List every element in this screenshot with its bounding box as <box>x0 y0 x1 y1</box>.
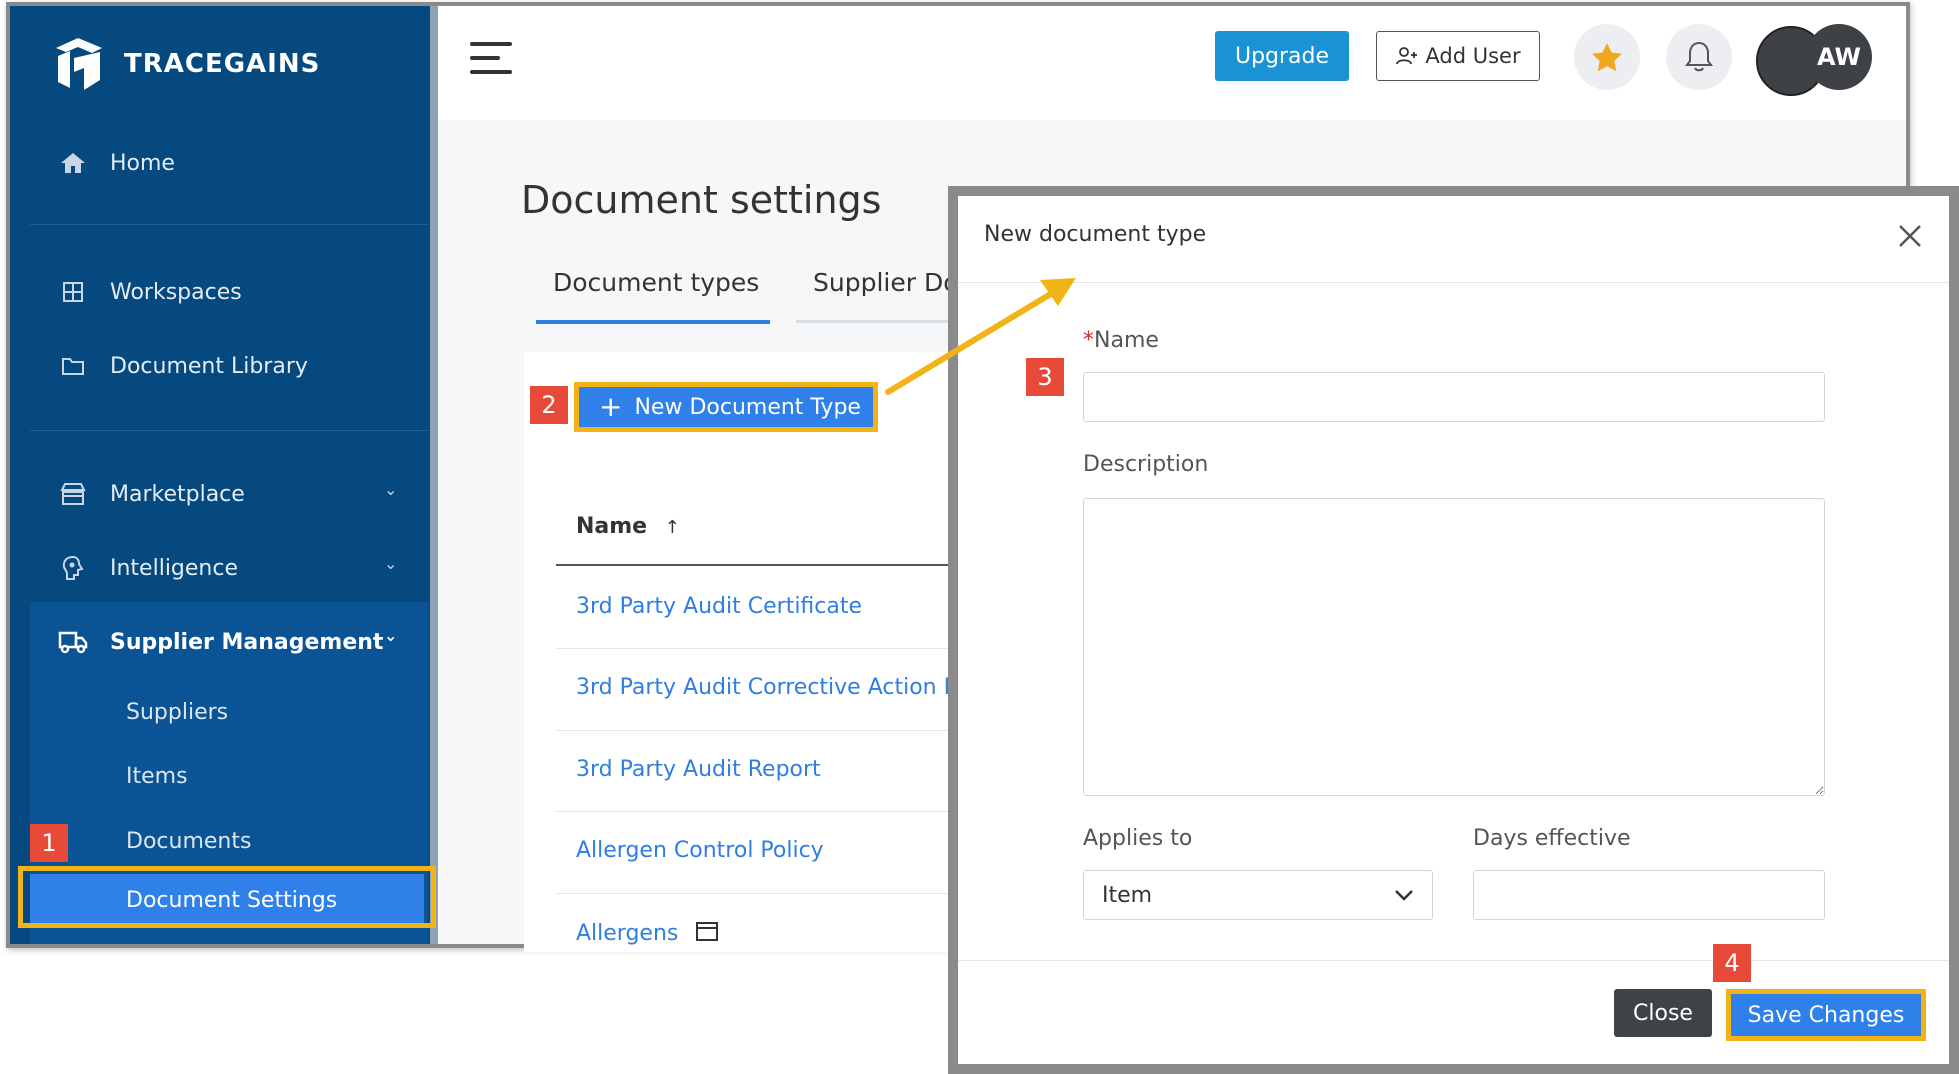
table-row-link[interactable]: Allergens <box>576 921 678 946</box>
close-icon[interactable] <box>1894 220 1926 252</box>
chevron-down-icon[interactable]: ⌄ <box>384 480 397 499</box>
table-row-divider <box>556 730 1016 731</box>
description-textarea[interactable] <box>1083 498 1825 796</box>
table-header-divider <box>556 564 1016 566</box>
column-header-label: Name <box>576 514 648 539</box>
add-user-icon <box>1396 47 1418 65</box>
grid-icon <box>58 277 88 307</box>
sidebar-item-documents[interactable]: Documents <box>126 829 251 854</box>
nav-home[interactable]: Home <box>58 148 175 178</box>
tab-supplier-documents[interactable]: Supplier Do <box>813 268 959 297</box>
nav-supplier-management-label: Supplier Management <box>110 629 384 655</box>
required-mark: * <box>1083 328 1094 353</box>
days-effective-label: Days effective <box>1473 826 1631 851</box>
tab-document-types[interactable]: Document types <box>553 268 759 297</box>
tracegains-logo[interactable]: TRACEGAINS <box>52 34 320 94</box>
home-icon <box>58 148 88 178</box>
add-user-label: Add User <box>1425 44 1521 68</box>
days-effective-input[interactable] <box>1473 870 1825 920</box>
chevron-down-icon[interactable]: ⌄ <box>384 554 397 573</box>
nav-home-label: Home <box>110 150 175 176</box>
nav-document-library[interactable]: Document Library <box>58 351 308 381</box>
step-1-badge: 1 <box>30 824 68 862</box>
brain-icon <box>58 553 88 583</box>
upgrade-button[interactable]: Upgrade <box>1215 31 1349 81</box>
sidebar: TRACEGAINS Home Workspaces Document Libr… <box>10 6 438 944</box>
chevron-down-icon <box>1395 890 1413 901</box>
applies-to-value: Item <box>1102 882 1153 908</box>
chevron-down-icon[interactable]: ⌄ <box>384 626 397 645</box>
description-field-label: Description <box>1083 452 1209 477</box>
sort-ascending-icon: ↑ <box>664 517 680 538</box>
table-row-link[interactable]: 3rd Party Audit Corrective Action P <box>576 675 957 700</box>
tracegains-logo-icon <box>56 38 102 90</box>
close-button[interactable]: Close <box>1614 989 1712 1037</box>
table-row-link[interactable]: 3rd Party Audit Report <box>576 757 821 782</box>
bell-icon <box>1685 41 1713 72</box>
tab-indicator <box>796 320 956 323</box>
new-document-type-button[interactable]: + New Document Type <box>574 382 878 432</box>
step-4-badge: 4 <box>1713 944 1751 982</box>
new-document-type-label: New Document Type <box>634 394 861 420</box>
step-1-highlight <box>18 866 436 928</box>
table-row-link[interactable]: 3rd Party Audit Certificate <box>576 594 862 619</box>
notifications-button[interactable] <box>1666 24 1732 90</box>
active-tab-indicator <box>536 320 770 324</box>
table-row-divider <box>556 648 1016 649</box>
sidebar-item-suppliers[interactable]: Suppliers <box>126 700 228 725</box>
step-3-badge: 3 <box>1026 358 1064 396</box>
modal-header-divider <box>958 282 1949 283</box>
sidebar-item-items[interactable]: Items <box>126 764 188 789</box>
name-input[interactable] <box>1083 372 1825 422</box>
modal-title: New document type <box>984 222 1207 247</box>
nav-intelligence-label: Intelligence <box>110 555 239 581</box>
step-2-badge: 2 <box>530 386 568 424</box>
nav-divider <box>30 430 428 431</box>
modal-footer-divider <box>958 960 1949 961</box>
nav-workspaces[interactable]: Workspaces <box>58 277 242 307</box>
hamburger-menu-icon[interactable] <box>470 42 512 84</box>
name-field-label: *Name <box>1083 328 1159 353</box>
table-row-link[interactable]: Allergen Control Policy <box>576 838 824 863</box>
truck-icon <box>58 627 88 657</box>
save-changes-button[interactable]: Save Changes <box>1726 989 1926 1041</box>
nav-intelligence[interactable]: Intelligence <box>58 553 238 583</box>
brand-name: TRACEGAINS <box>124 49 321 79</box>
nav-marketplace-label: Marketplace <box>110 481 245 507</box>
sidebar-scrollbar[interactable] <box>430 6 438 944</box>
add-user-button[interactable]: Add User <box>1376 31 1540 81</box>
store-icon <box>58 479 88 509</box>
table-row: Allergens <box>576 920 719 946</box>
name-label-text: Name <box>1094 328 1159 353</box>
nav-supplier-management[interactable]: Supplier Management <box>58 627 383 657</box>
nav-marketplace[interactable]: Marketplace <box>58 479 245 509</box>
plus-icon: + <box>599 390 623 423</box>
applies-to-select[interactable]: Item <box>1083 870 1433 920</box>
applies-to-label: Applies to <box>1083 826 1193 851</box>
table-row-divider <box>556 811 1016 812</box>
nav-document-library-label: Document Library <box>110 353 308 379</box>
table-row-divider <box>556 893 1016 894</box>
nav-workspaces-label: Workspaces <box>110 279 242 305</box>
favorites-button[interactable] <box>1574 24 1640 90</box>
avatar[interactable]: AW <box>1806 24 1872 90</box>
folder-icon <box>58 351 88 381</box>
column-header-name[interactable]: Name ↑ <box>576 514 680 539</box>
star-icon <box>1592 43 1622 72</box>
page-title: Document settings <box>521 178 882 222</box>
calendar-icon[interactable] <box>695 920 719 942</box>
nav-divider <box>30 224 428 225</box>
